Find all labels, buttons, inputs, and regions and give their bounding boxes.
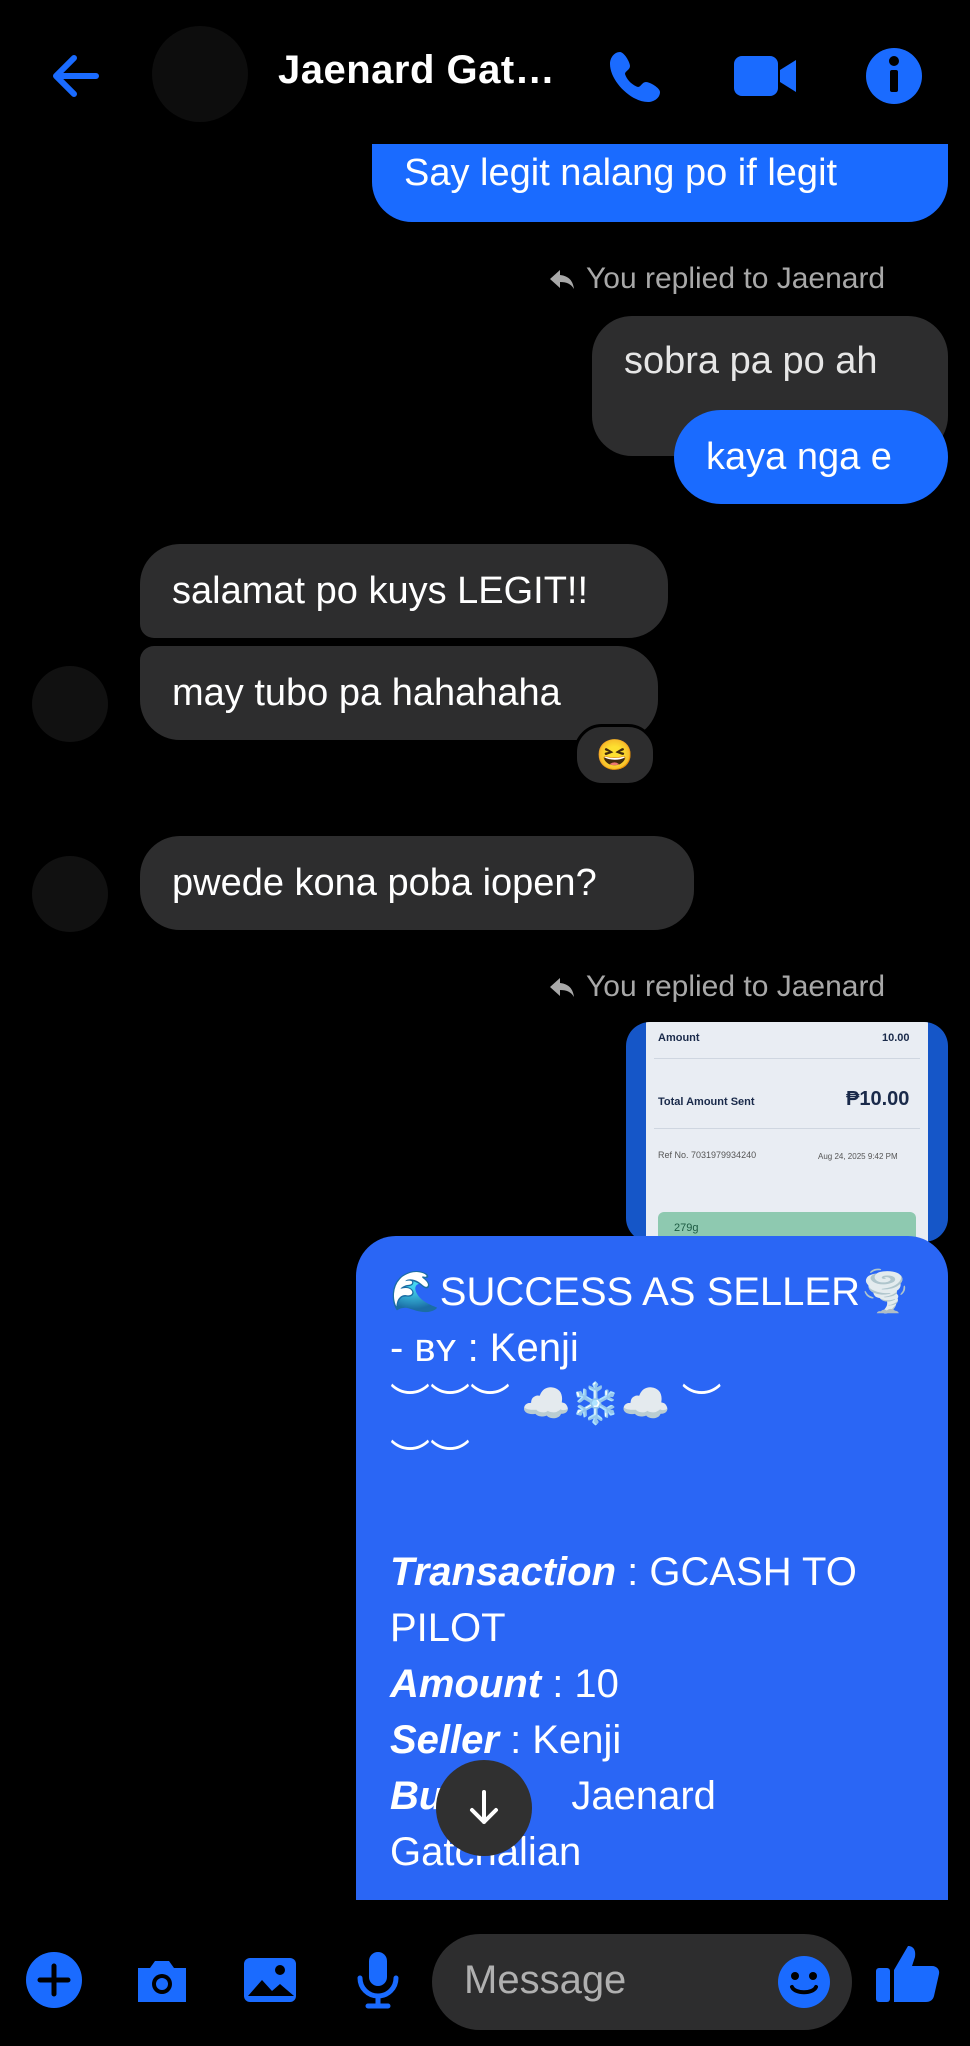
plus-icon[interactable] (22, 1948, 86, 2012)
message-placeholder: Message (464, 1958, 627, 2002)
contact-avatar[interactable] (152, 26, 248, 122)
laughing-emoji-icon: 😆 (596, 738, 634, 772)
scroll-to-bottom-button[interactable] (436, 1760, 532, 1856)
message-text: kaya nga e (706, 436, 892, 478)
mic-icon[interactable] (346, 1948, 410, 2012)
outgoing-message[interactable]: kaya nga e (674, 410, 948, 504)
camera-icon[interactable] (130, 1948, 194, 2012)
receipt-image: Amount 10.00 Total Amount Sent ₱10.00 Re… (646, 1022, 928, 1242)
contact-avatar-small[interactable] (32, 666, 108, 742)
arrow-down-icon (470, 1790, 498, 1824)
divider (654, 1128, 920, 1129)
incoming-message[interactable]: may tubo pa hahahaha (140, 646, 658, 740)
reaction-badge[interactable]: 😆 (574, 724, 656, 786)
receipt-image-preview[interactable]: Amount 10.00 Total Amount Sent ₱10.00 Re… (626, 1022, 948, 1242)
reply-icon (550, 270, 574, 289)
outgoing-message[interactable]: Say legit nalang po if legit (372, 144, 948, 222)
chat-header: Jaenard Gat… (0, 0, 970, 148)
contact-name[interactable]: Jaenard Gat… (278, 48, 555, 93)
emoji-icon[interactable] (774, 1952, 834, 2012)
back-arrow-icon[interactable] (44, 44, 108, 108)
reply-icon (550, 978, 574, 997)
incoming-message[interactable]: pwede kona poba iopen? (140, 836, 694, 930)
gallery-icon[interactable] (238, 1948, 302, 2012)
contact-avatar-small[interactable] (32, 856, 108, 932)
divider (654, 1058, 920, 1059)
thumbs-up-icon[interactable] (872, 1938, 944, 2010)
video-icon[interactable] (730, 40, 802, 112)
incoming-message[interactable]: salamat po kuys LEGIT!! (140, 544, 668, 638)
message-text: may tubo pa hahahaha (172, 672, 561, 714)
message-text: salamat po kuys LEGIT!! (172, 570, 589, 612)
info-icon[interactable] (858, 40, 930, 112)
message-text: pwede kona poba iopen? (172, 862, 597, 904)
reply-indicator: You replied to Jaenard (548, 970, 885, 1004)
quoted-text: sobra pa po ah (624, 340, 878, 382)
phone-icon[interactable] (600, 40, 672, 112)
message-input[interactable]: Message (432, 1934, 852, 2030)
message-text: Say legit nalang po if legit (404, 152, 838, 194)
reply-indicator: You replied to Jaenard (548, 262, 885, 296)
